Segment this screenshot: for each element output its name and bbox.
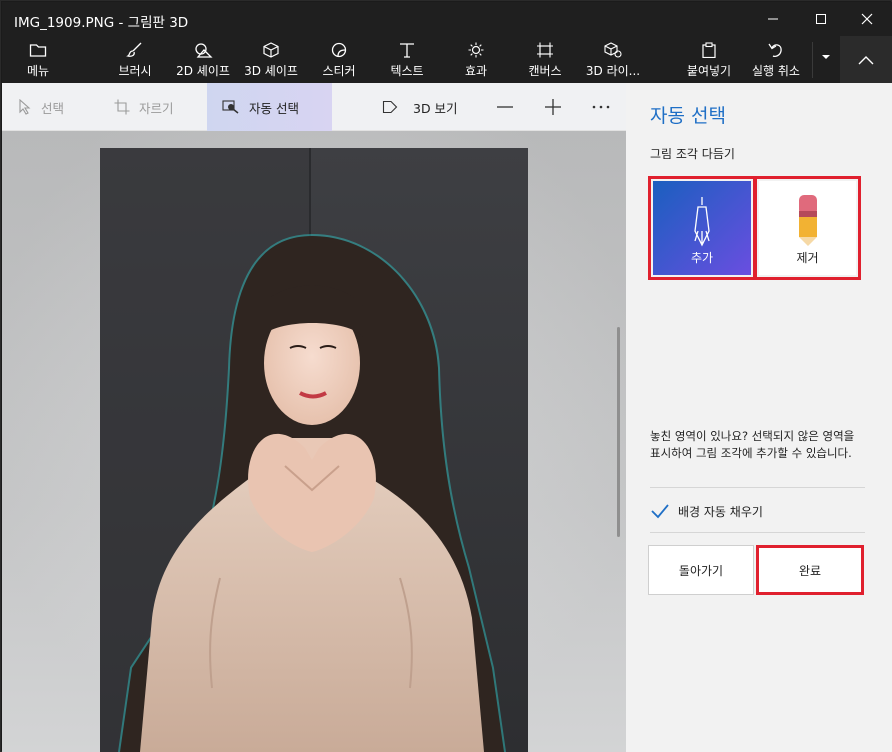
chevron-down-icon [822, 55, 830, 59]
remove-label: 제거 [796, 251, 819, 265]
shapes-2d-label: 2D 셰이프 [176, 64, 230, 78]
ellipsis-icon [592, 105, 610, 109]
canvas-label: 캔버스 [528, 64, 562, 78]
pen-nib-icon [694, 197, 710, 247]
chevron-up-icon [858, 55, 874, 64]
cube-icon [263, 42, 279, 58]
panel-divider-top [650, 487, 865, 488]
brush-icon [126, 42, 142, 57]
shapes-3d-button[interactable]: 3D 셰이프 [240, 36, 302, 83]
add-mode-button[interactable]: 추가 [653, 181, 751, 275]
clipboard-icon [702, 42, 716, 58]
library-3d-label: 3D 라이... [585, 64, 641, 78]
crop-icon [114, 99, 130, 115]
view-3d-icon [382, 100, 398, 114]
magic-select-panel: 자동 선택 그림 조각 다듬기 추가 제거 놓친 영역이 있나요? 선택되지 않… [626, 83, 892, 752]
undo-label: 실행 취소 [752, 64, 800, 78]
panel-subtitle: 그림 조각 다듬기 [650, 147, 735, 161]
cursor-icon [19, 99, 31, 115]
sun-icon [468, 42, 484, 58]
effects-label: 효과 [464, 64, 488, 78]
done-button[interactable]: 완료 [756, 545, 864, 595]
autofill-label: 배경 자동 채우기 [678, 504, 763, 519]
panel-divider-bottom [650, 532, 865, 533]
maximize-icon [816, 14, 826, 24]
remove-mode-highlight: 제거 [754, 176, 861, 280]
collapse-ribbon-button[interactable] [840, 36, 892, 83]
text-tool-button[interactable]: 텍스트 [382, 36, 432, 83]
text-icon [400, 43, 414, 58]
magic-select-button[interactable]: 자동 선택 [207, 83, 332, 131]
paint3d-window: IMG_1909.PNG - 그림판 3D 메뉴 브러시 2D 셰이프 3D 셰… [0, 0, 892, 752]
crop-label: 자르기 [139, 100, 174, 116]
text-label: 텍스트 [390, 64, 424, 78]
back-label: 돌아가기 [678, 563, 724, 578]
checkmark-icon[interactable] [650, 502, 670, 520]
close-icon [861, 13, 873, 25]
undo-icon [768, 43, 782, 57]
window-title: IMG_1909.PNG - 그림판 3D [14, 15, 189, 31]
zoom-in-button[interactable] [544, 83, 562, 131]
photo-with-selection[interactable] [100, 148, 528, 752]
minimize-icon [768, 18, 778, 20]
add-mode-highlight: 추가 [648, 176, 756, 280]
stickers-button[interactable]: 스티커 [314, 36, 364, 83]
crop-tool-button[interactable]: 자르기 [114, 83, 174, 131]
ribbon-divider [812, 42, 813, 78]
minimize-button[interactable] [750, 2, 796, 36]
select-label: 선택 [41, 100, 65, 116]
folder-icon [29, 44, 47, 57]
paste-button[interactable]: 붙여넣기 [680, 36, 738, 83]
menu-label: 메뉴 [26, 64, 50, 78]
add-label: 추가 [690, 251, 714, 265]
help-text: 놓친 영역이 있나요? 선택되지 않은 영역을 표시하여 그림 조각에 추가할 … [650, 429, 855, 460]
library-3d-button[interactable]: 3D 라이... [582, 36, 644, 83]
remove-mode-button[interactable]: 제거 [759, 181, 856, 275]
view-3d-button[interactable]: 3D 보기 [382, 83, 458, 131]
done-label: 완료 [798, 563, 822, 578]
minus-icon [497, 106, 513, 108]
back-button[interactable]: 돌아가기 [648, 545, 754, 595]
stickers-label: 스티커 [322, 64, 356, 78]
library-3d-icon [604, 42, 622, 58]
zoom-out-button[interactable] [496, 83, 514, 131]
autofill-checkbox-row[interactable]: 배경 자동 채우기 [650, 499, 763, 523]
close-button[interactable] [844, 2, 890, 36]
canvas-toolbar: 선택 자르기 자동 선택 3D 보기 [2, 83, 626, 131]
undo-button[interactable]: 실행 취소 [746, 36, 806, 83]
effects-button[interactable]: 효과 [454, 36, 498, 83]
shapes-2d-icon [195, 43, 213, 58]
sticker-icon [331, 42, 347, 58]
panel-title: 자동 선택 [650, 105, 726, 127]
more-options-button[interactable] [592, 83, 610, 131]
canvas-button[interactable]: 캔버스 [520, 36, 570, 83]
canvas-icon [537, 42, 553, 58]
select-tool-button[interactable]: 선택 [18, 83, 64, 131]
menu-button[interactable]: 메뉴 [16, 36, 60, 83]
brush-label: 브러시 [118, 64, 152, 78]
plus-icon [545, 99, 561, 115]
magic-select-label: 자동 선택 [249, 100, 299, 116]
title-bar: IMG_1909.PNG - 그림판 3D [2, 2, 892, 36]
eraser-icon [798, 195, 817, 246]
magic-select-icon [222, 100, 239, 114]
shapes-2d-button[interactable]: 2D 셰이프 [172, 36, 234, 83]
more-dropdown-button[interactable] [814, 36, 838, 83]
ribbon: 메뉴 브러시 2D 셰이프 3D 셰이프 스티커 텍스트 효과 캔버스 3D 라… [2, 36, 892, 83]
view-3d-label: 3D 보기 [413, 100, 458, 116]
canvas-area[interactable] [2, 131, 626, 752]
brush-tool-button[interactable]: 브러시 [110, 36, 160, 83]
maximize-button[interactable] [798, 2, 844, 36]
canvas-scrollbar[interactable] [617, 327, 620, 537]
paste-label: 붙여넣기 [686, 64, 732, 78]
shapes-3d-label: 3D 셰이프 [244, 64, 298, 78]
